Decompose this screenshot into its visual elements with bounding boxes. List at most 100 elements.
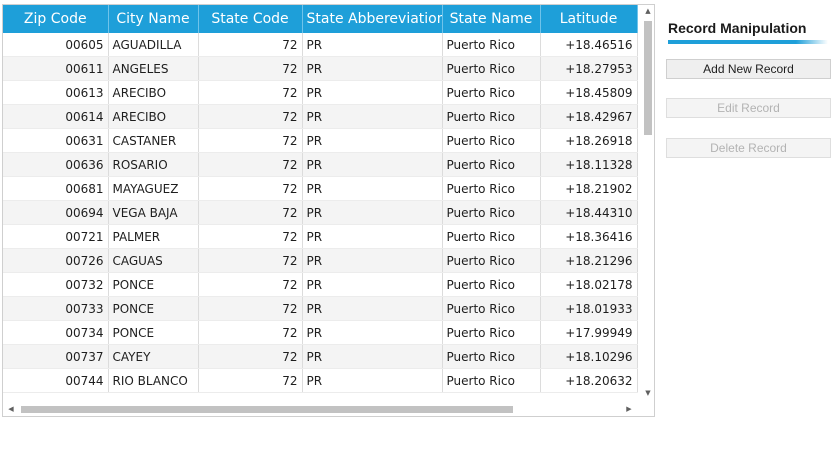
state-code-cell[interactable]: 72: [198, 200, 303, 225]
state-abbreviation-cell[interactable]: PR: [302, 56, 443, 81]
latitude-cell[interactable]: +18.45809: [540, 80, 638, 105]
table-row[interactable]: 00636 ROSARIO 72 PR Puerto Rico +18.11328: [3, 152, 638, 177]
zip-code-cell[interactable]: 00726: [3, 248, 109, 273]
state-abbreviation-cell[interactable]: PR: [302, 176, 443, 201]
state-code-cell[interactable]: 72: [198, 128, 303, 153]
state-name-cell[interactable]: Puerto Rico: [442, 344, 541, 369]
table-row[interactable]: 00694 VEGA BAJA 72 PR Puerto Rico +18.44310: [3, 200, 638, 225]
state-code-cell[interactable]: 72: [198, 320, 303, 345]
latitude-cell[interactable]: +18.46516: [540, 33, 638, 57]
state-code-cell[interactable]: 72: [198, 33, 303, 57]
state-code-cell[interactable]: 72: [198, 344, 303, 369]
state-code-cell[interactable]: 72: [198, 80, 303, 105]
state-abbreviation-cell[interactable]: PR: [302, 80, 443, 105]
table-row[interactable]: 00726 CAGUAS 72 PR Puerto Rico +18.21296: [3, 248, 638, 273]
state-name-cell[interactable]: Puerto Rico: [442, 320, 541, 345]
vertical-scrollbar[interactable]: ▲ ▼: [641, 5, 654, 401]
state-name-cell[interactable]: Puerto Rico: [442, 200, 541, 225]
zip-code-cell[interactable]: 00732: [3, 272, 109, 297]
state-abbreviation-cell[interactable]: PR: [302, 33, 443, 57]
latitude-cell[interactable]: +18.21902: [540, 176, 638, 201]
latitude-cell[interactable]: +18.42967: [540, 104, 638, 129]
latitude-cell[interactable]: +18.11328: [540, 152, 638, 177]
zip-code-cell[interactable]: 00694: [3, 200, 109, 225]
state-code-cell[interactable]: 72: [198, 56, 303, 81]
latitude-cell[interactable]: +18.36416: [540, 224, 638, 249]
zip-code-cell[interactable]: 00631: [3, 128, 109, 153]
state-name-cell[interactable]: Puerto Rico: [442, 224, 541, 249]
column-header-state-abbreviation[interactable]: State Abbereviation: [302, 5, 443, 33]
city-name-cell[interactable]: RIO BLANCO: [108, 368, 199, 393]
state-code-cell[interactable]: 72: [198, 104, 303, 129]
state-code-cell[interactable]: 72: [198, 176, 303, 201]
state-code-cell[interactable]: 72: [198, 248, 303, 273]
state-abbreviation-cell[interactable]: PR: [302, 128, 443, 153]
latitude-cell[interactable]: +18.02178: [540, 272, 638, 297]
zip-code-cell[interactable]: 00721: [3, 224, 109, 249]
state-name-cell[interactable]: Puerto Rico: [442, 128, 541, 153]
zip-code-cell[interactable]: 00605: [3, 33, 109, 57]
zip-code-cell[interactable]: 00611: [3, 56, 109, 81]
state-abbreviation-cell[interactable]: PR: [302, 200, 443, 225]
scroll-down-arrow-icon[interactable]: ▼: [641, 387, 654, 399]
state-name-cell[interactable]: Puerto Rico: [442, 248, 541, 273]
latitude-cell[interactable]: +18.01933: [540, 296, 638, 321]
state-name-cell[interactable]: Puerto Rico: [442, 272, 541, 297]
records-grid[interactable]: Zip Code City Name State Code State Abbe…: [2, 4, 655, 417]
zip-code-cell[interactable]: 00737: [3, 344, 109, 369]
column-header-latitude[interactable]: Latitude: [540, 5, 638, 33]
city-name-cell[interactable]: ANGELES: [108, 56, 199, 81]
state-code-cell[interactable]: 72: [198, 296, 303, 321]
table-row[interactable]: 00613 ARECIBO 72 PR Puerto Rico +18.45809: [3, 80, 638, 105]
table-row[interactable]: 00721 PALMER 72 PR Puerto Rico +18.36416: [3, 224, 638, 249]
city-name-cell[interactable]: PONCE: [108, 296, 199, 321]
city-name-cell[interactable]: PALMER: [108, 224, 199, 249]
table-row[interactable]: 00631 CASTANER 72 PR Puerto Rico +18.26918: [3, 128, 638, 153]
table-row[interactable]: 00605 AGUADILLA 72 PR Puerto Rico +18.46516: [3, 33, 638, 57]
state-abbreviation-cell[interactable]: PR: [302, 368, 443, 393]
vertical-scroll-thumb[interactable]: [644, 21, 652, 135]
table-row[interactable]: 00732 PONCE 72 PR Puerto Rico +18.02178: [3, 272, 638, 297]
latitude-cell[interactable]: +18.20632: [540, 368, 638, 393]
city-name-cell[interactable]: ROSARIO: [108, 152, 199, 177]
table-row[interactable]: 00734 PONCE 72 PR Puerto Rico +17.99949: [3, 320, 638, 345]
city-name-cell[interactable]: AGUADILLA: [108, 33, 199, 57]
table-row[interactable]: 00737 CAYEY 72 PR Puerto Rico +18.10296: [3, 344, 638, 369]
state-name-cell[interactable]: Puerto Rico: [442, 80, 541, 105]
city-name-cell[interactable]: CAYEY: [108, 344, 199, 369]
table-row[interactable]: 00611 ANGELES 72 PR Puerto Rico +18.27953: [3, 56, 638, 81]
edit-record-button[interactable]: Edit Record: [666, 98, 831, 118]
city-name-cell[interactable]: PONCE: [108, 320, 199, 345]
horizontal-scrollbar[interactable]: ◀ ▶: [3, 401, 641, 416]
city-name-cell[interactable]: CASTANER: [108, 128, 199, 153]
column-header-state-name[interactable]: State Name: [442, 5, 541, 33]
state-name-cell[interactable]: Puerto Rico: [442, 33, 541, 57]
column-header-city-name[interactable]: City Name: [108, 5, 199, 33]
latitude-cell[interactable]: +18.27953: [540, 56, 638, 81]
add-new-record-button[interactable]: Add New Record: [666, 59, 831, 79]
column-header-zip-code[interactable]: Zip Code: [3, 5, 109, 33]
state-abbreviation-cell[interactable]: PR: [302, 152, 443, 177]
zip-code-cell[interactable]: 00733: [3, 296, 109, 321]
state-abbreviation-cell[interactable]: PR: [302, 344, 443, 369]
state-abbreviation-cell[interactable]: PR: [302, 104, 443, 129]
zip-code-cell[interactable]: 00614: [3, 104, 109, 129]
state-code-cell[interactable]: 72: [198, 152, 303, 177]
state-name-cell[interactable]: Puerto Rico: [442, 176, 541, 201]
table-row[interactable]: 00614 ARECIBO 72 PR Puerto Rico +18.42967: [3, 104, 638, 129]
zip-code-cell[interactable]: 00636: [3, 152, 109, 177]
zip-code-cell[interactable]: 00681: [3, 176, 109, 201]
latitude-cell[interactable]: +18.44310: [540, 200, 638, 225]
latitude-cell[interactable]: +18.26918: [540, 128, 638, 153]
state-name-cell[interactable]: Puerto Rico: [442, 104, 541, 129]
city-name-cell[interactable]: PONCE: [108, 272, 199, 297]
state-name-cell[interactable]: Puerto Rico: [442, 56, 541, 81]
table-row[interactable]: 00744 RIO BLANCO 72 PR Puerto Rico +18.20632: [3, 368, 638, 393]
zip-code-cell[interactable]: 00744: [3, 368, 109, 393]
horizontal-scroll-thumb[interactable]: [21, 406, 513, 413]
state-code-cell[interactable]: 72: [198, 224, 303, 249]
state-abbreviation-cell[interactable]: PR: [302, 296, 443, 321]
state-abbreviation-cell[interactable]: PR: [302, 248, 443, 273]
state-abbreviation-cell[interactable]: PR: [302, 320, 443, 345]
zip-code-cell[interactable]: 00734: [3, 320, 109, 345]
